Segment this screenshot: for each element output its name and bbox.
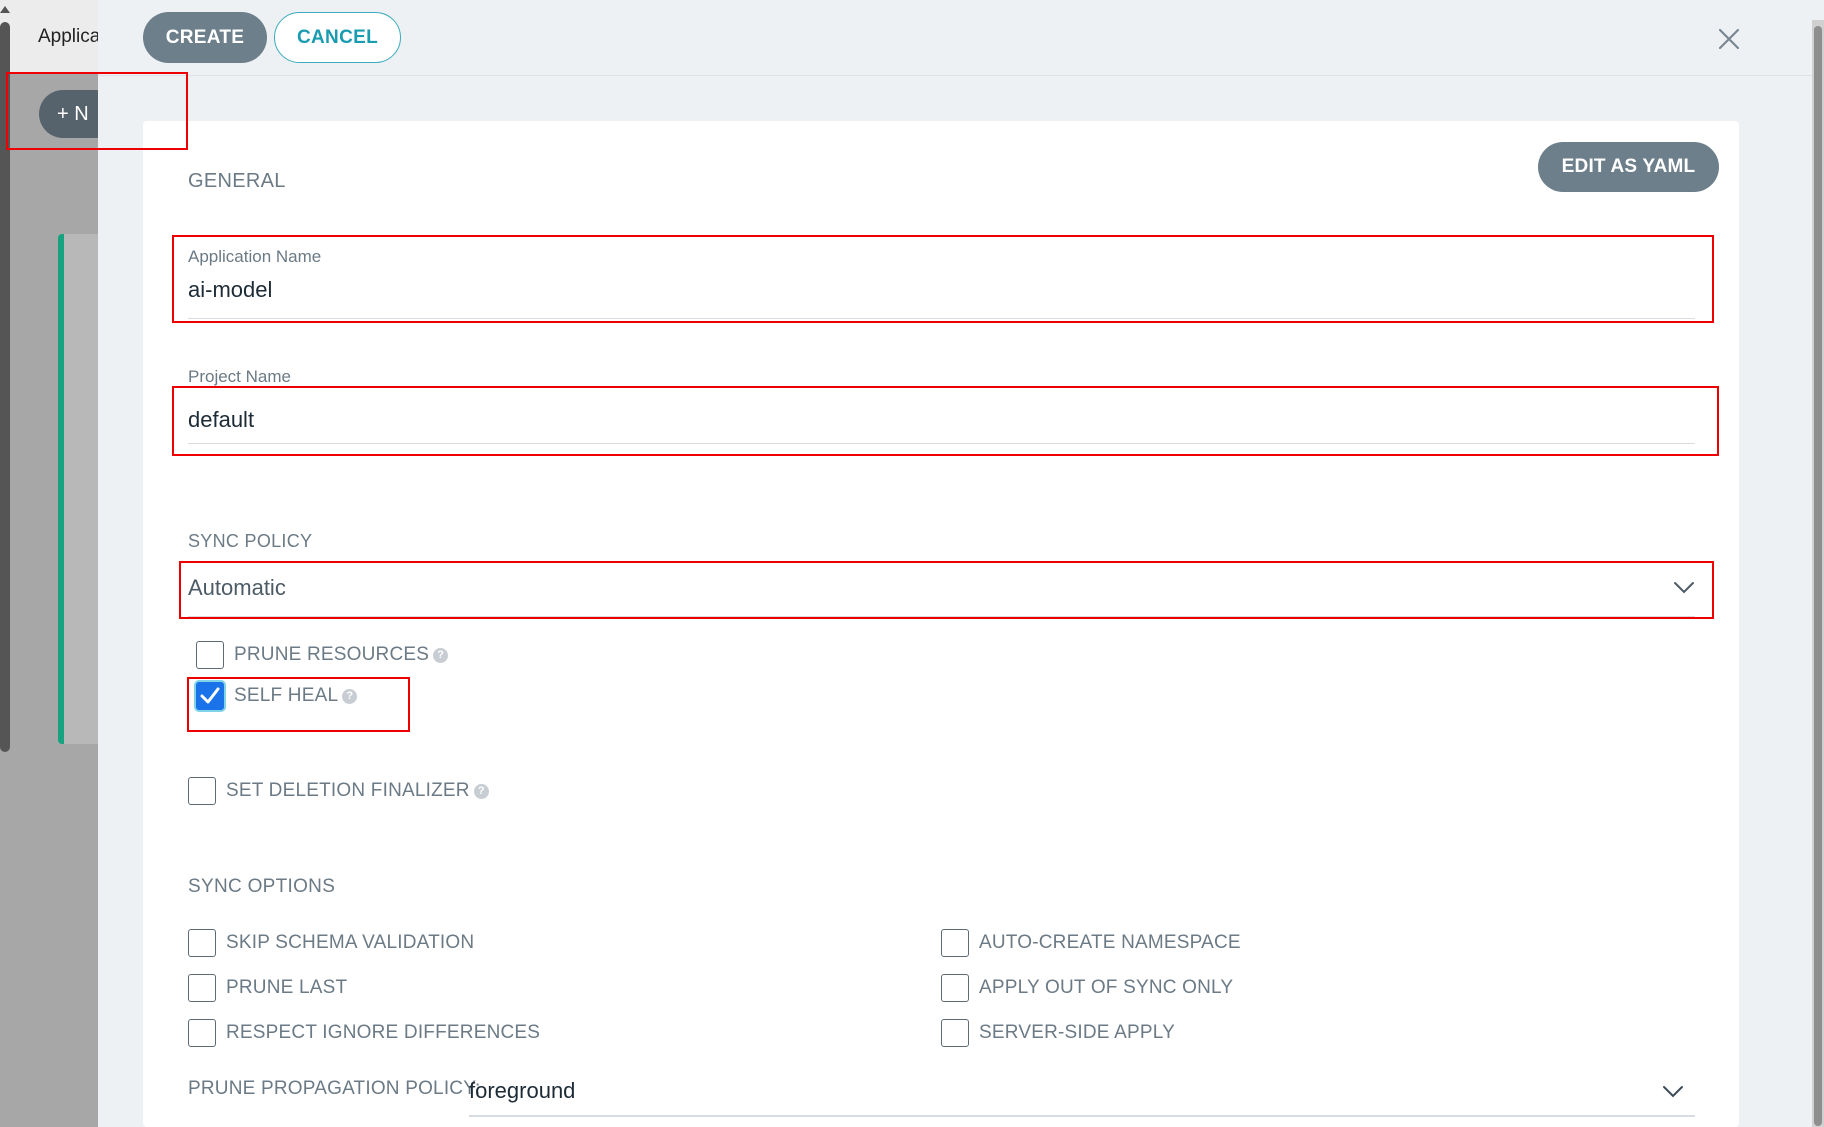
- create-button[interactable]: CREATE: [143, 12, 267, 63]
- apply-out-of-sync-only-checkbox[interactable]: [941, 974, 969, 1002]
- server-side-apply-option: SERVER-SIDE APPLY: [941, 1018, 1175, 1048]
- background-page-title: Applica: [38, 26, 100, 47]
- set-deletion-finalizer-option: SET DELETION FINALIZER ?: [188, 776, 489, 806]
- help-icon[interactable]: ?: [342, 688, 358, 704]
- prune-last-checkbox[interactable]: [188, 974, 216, 1002]
- prune-resources-checkbox[interactable]: [196, 641, 224, 669]
- checkmark-icon: [200, 687, 220, 704]
- chevron-down-icon[interactable]: [1673, 581, 1695, 595]
- create-application-panel: CREATE CANCEL EDIT AS YAML GENERAL Appli…: [98, 0, 1824, 1127]
- panel-toolbar: CREATE CANCEL: [98, 0, 1824, 76]
- background-app-card[interactable]: [58, 234, 100, 744]
- help-icon[interactable]: ?: [433, 647, 449, 663]
- close-icon[interactable]: [1714, 24, 1744, 54]
- sync-policy-value: Automatic: [188, 575, 286, 600]
- prune-last-option: PRUNE LAST: [188, 973, 347, 1003]
- respect-ignore-differences-checkbox[interactable]: [188, 1019, 216, 1047]
- prune-propagation-policy-label: PRUNE PROPAGATION POLICY:: [188, 1078, 481, 1099]
- self-heal-checkbox[interactable]: [196, 682, 224, 710]
- skip-schema-validation-option: SKIP SCHEMA VALIDATION: [188, 928, 474, 958]
- application-name-label: Application Name: [188, 247, 322, 266]
- application-name-value[interactable]: ai-model: [188, 277, 272, 303]
- background-scroll-up-icon[interactable]: [0, 6, 10, 13]
- chevron-down-icon[interactable]: [1662, 1085, 1684, 1099]
- skip-schema-validation-label: SKIP SCHEMA VALIDATION: [226, 932, 475, 953]
- server-side-apply-checkbox[interactable]: [941, 1019, 969, 1047]
- auto-create-namespace-checkbox[interactable]: [941, 929, 969, 957]
- respect-ignore-differences-label: RESPECT IGNORE DIFFERENCES: [226, 1022, 541, 1043]
- prune-last-label: PRUNE LAST: [226, 977, 348, 998]
- respect-ignore-differences-option: RESPECT IGNORE DIFFERENCES: [188, 1018, 540, 1048]
- background-scrollbar[interactable]: [0, 22, 10, 752]
- sync-options-section-title: SYNC OPTIONS: [188, 876, 336, 897]
- background-app: Applica + N: [0, 0, 100, 1127]
- skip-schema-validation-checkbox[interactable]: [188, 929, 216, 957]
- prune-resources-option: PRUNE RESOURCES ?: [196, 640, 449, 670]
- set-deletion-finalizer-checkbox[interactable]: [188, 777, 216, 805]
- auto-create-namespace-option: AUTO-CREATE NAMESPACE: [941, 928, 1241, 958]
- prune-propagation-policy-value: foreground: [469, 1078, 576, 1103]
- edit-as-yaml-button[interactable]: EDIT AS YAML: [1538, 142, 1719, 192]
- self-heal-option: SELF HEAL ?: [196, 681, 358, 711]
- window-scrollbar-thumb[interactable]: [1814, 26, 1822, 1126]
- help-icon[interactable]: ?: [473, 783, 489, 799]
- prune-resources-label: PRUNE RESOURCES: [234, 644, 430, 665]
- general-section-title: GENERAL: [188, 170, 286, 192]
- project-name-field[interactable]: Project Name default: [188, 361, 1695, 444]
- form-card: EDIT AS YAML GENERAL Application Name ai…: [143, 121, 1739, 1127]
- sync-policy-section-title: SYNC POLICY: [188, 531, 313, 551]
- sync-policy-select[interactable]: Automatic: [188, 561, 1695, 617]
- new-app-button[interactable]: + N: [39, 90, 100, 138]
- prune-propagation-policy-select[interactable]: foreground: [469, 1071, 1695, 1117]
- application-name-field[interactable]: Application Name ai-model: [188, 241, 1695, 319]
- project-name-label: Project Name: [188, 367, 291, 386]
- self-heal-label: SELF HEAL: [234, 685, 339, 706]
- apply-out-of-sync-only-option: APPLY OUT OF SYNC ONLY: [941, 973, 1233, 1003]
- cancel-button[interactable]: CANCEL: [274, 12, 401, 63]
- server-side-apply-label: SERVER-SIDE APPLY: [979, 1022, 1175, 1043]
- project-name-value[interactable]: default: [188, 407, 254, 433]
- apply-out-of-sync-only-label: APPLY OUT OF SYNC ONLY: [979, 977, 1234, 998]
- set-deletion-finalizer-label: SET DELETION FINALIZER: [226, 780, 470, 801]
- auto-create-namespace-label: AUTO-CREATE NAMESPACE: [979, 932, 1241, 953]
